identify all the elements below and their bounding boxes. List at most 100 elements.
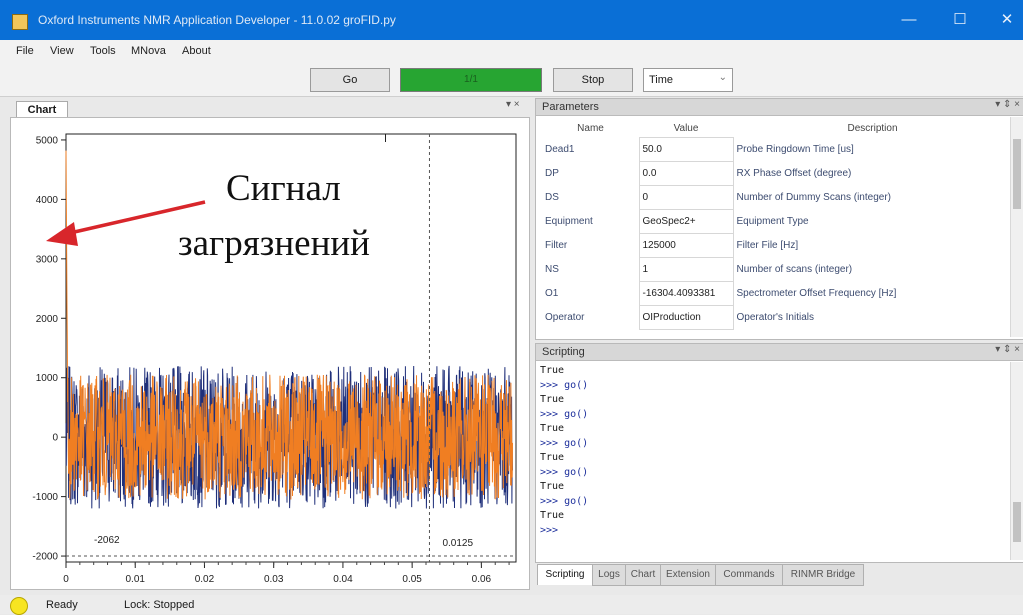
console-line: True: [540, 481, 565, 492]
menu-mnova[interactable]: MNova: [131, 45, 166, 57]
console-line: >>> go(): [540, 466, 589, 478]
x-tick-label: 0.01: [125, 574, 145, 585]
tab-chart[interactable]: Chart: [16, 101, 68, 118]
x-tick-label: 0: [63, 574, 69, 585]
y-tick-label: 2000: [36, 314, 59, 325]
console-line: >>> go(): [540, 437, 589, 449]
parameter-value[interactable]: 125000: [638, 233, 734, 258]
mode-select-value: Time: [649, 74, 674, 86]
script-console[interactable]: True >>> go() True >>> go() True >>> go() True…: [540, 364, 1000, 538]
parameter-row[interactable]: Dead1 50.0 Probe Ringdown Time [us]: [542, 137, 1012, 162]
y-tick-label: 1000: [36, 373, 59, 384]
toolbar: Go 1/1 Stop Time ⌄: [0, 62, 1023, 97]
y-tick-label: -1000: [32, 492, 58, 503]
tab-extension[interactable]: Extension: [660, 564, 716, 586]
scripting-scrollbar[interactable]: [1010, 362, 1023, 560]
menu-about[interactable]: About: [182, 45, 211, 57]
scripting-header: Scripting ▾ ⇕ ×: [536, 344, 1023, 361]
parameter-description: Probe Ringdown Time [us]: [736, 144, 854, 155]
console-line: True: [540, 510, 565, 521]
parameter-value[interactable]: OIProduction: [638, 305, 734, 330]
title-bar: Oxford Instruments NMR Application Devel…: [0, 0, 1023, 40]
parameter-name: NS: [545, 264, 559, 275]
scripting-scroll-thumb[interactable]: [1013, 502, 1021, 542]
parameter-name: Equipment: [545, 216, 593, 227]
y-tick-label: 5000: [36, 135, 59, 146]
parameter-name: DP: [545, 168, 559, 179]
tab-chart-bottom[interactable]: Chart: [625, 564, 661, 586]
parameter-name: O1: [545, 288, 559, 299]
menu-view[interactable]: View: [50, 45, 74, 57]
cursor-value-label: 0.0125: [442, 538, 473, 549]
parameter-name: Filter: [545, 240, 568, 251]
parameters-table: Name Value Description Dead1 50.0 Probe Ri…: [542, 119, 1012, 330]
progress-text: 1/1: [464, 74, 478, 85]
parameters-scrollbar[interactable]: [1010, 117, 1023, 337]
console-line: >>> go(): [540, 408, 589, 420]
parameter-description: RX Phase Offset (degree): [736, 168, 852, 179]
annotation-line-2: загрязнений: [178, 223, 370, 264]
parameter-row[interactable]: Filter 125000 Filter File [Hz]: [542, 233, 1012, 258]
x-tick-label: 0.04: [333, 574, 353, 585]
parameter-value[interactable]: GeoSpec2+: [638, 209, 734, 234]
console-line: >>>: [540, 524, 559, 536]
x-tick-label: 0.05: [402, 574, 422, 585]
minimize-button[interactable]: —: [896, 8, 922, 32]
parameter-name: Dead1: [545, 144, 575, 155]
parameter-description: Equipment Type: [736, 216, 809, 227]
console-line: >>> go(): [540, 495, 589, 507]
acquisition-progress: 1/1: [400, 68, 542, 92]
y-tick-label: -2000: [32, 552, 58, 563]
menu-file[interactable]: File: [16, 45, 34, 57]
stop-button[interactable]: Stop: [553, 68, 633, 92]
parameter-value[interactable]: 1: [638, 257, 734, 282]
y-tick-label: 4000: [36, 195, 59, 206]
window-title: Oxford Instruments NMR Application Devel…: [38, 13, 396, 27]
column-name: Name: [577, 122, 604, 134]
parameter-name: Operator: [545, 312, 585, 323]
parameter-row[interactable]: DP 0.0 RX Phase Offset (degree): [542, 161, 1012, 186]
annotation-line-1: Сигнал: [226, 168, 341, 209]
parameter-row[interactable]: Equipment GeoSpec2+ Equipment Type: [542, 209, 1012, 234]
console-line: True: [540, 365, 565, 376]
parameter-value[interactable]: 50.0: [638, 137, 734, 162]
x-tick-label: 0.03: [264, 574, 284, 585]
tab-rinmr-bridge[interactable]: RINMR Bridge: [782, 564, 864, 586]
parameter-row[interactable]: NS 1 Number of scans (integer): [542, 257, 1012, 282]
scripting-panel: Scripting ▾ ⇕ × True >>> go() True >>> go()…: [535, 343, 1023, 563]
parameters-header-row: Name Value Description: [542, 119, 1012, 138]
parameter-value[interactable]: -16304.4093381: [638, 281, 734, 306]
status-light-icon: [10, 597, 28, 615]
app-icon: [12, 14, 28, 30]
console-line: True: [540, 394, 565, 405]
min-value-label: -2062: [94, 535, 120, 546]
parameter-description: Operator's Initials: [736, 312, 815, 323]
parameter-value[interactable]: 0.0: [638, 161, 734, 186]
column-value: Value: [673, 122, 699, 134]
menu-bar: File View Tools MNova About: [0, 40, 1023, 62]
parameters-controls[interactable]: ▾ ⇕ ×: [995, 99, 1020, 110]
close-button[interactable]: ✕: [994, 8, 1020, 32]
parameters-header: Parameters ▾ ⇕ ×: [536, 99, 1023, 116]
tab-logs[interactable]: Logs: [592, 564, 626, 586]
parameters-panel: Parameters ▾ ⇕ × Name Value Description …: [535, 98, 1023, 340]
status-lock: Lock: Stopped: [124, 599, 195, 611]
maximize-button[interactable]: ☐: [947, 8, 973, 32]
parameter-value[interactable]: 0: [638, 185, 734, 210]
mode-select[interactable]: Time ⌄: [643, 68, 733, 92]
parameter-row[interactable]: O1 -16304.4093381 Spectrometer Offset Freq…: [542, 281, 1012, 306]
x-tick-label: 0.02: [195, 574, 215, 585]
chart-panel-controls[interactable]: ▾ ×: [506, 99, 520, 110]
status-ready: Ready: [46, 599, 78, 611]
parameters-scroll-thumb[interactable]: [1013, 139, 1021, 209]
go-button[interactable]: Go: [310, 68, 390, 92]
tab-scripting[interactable]: Scripting: [537, 564, 593, 585]
tab-commands[interactable]: Commands: [715, 564, 783, 586]
parameter-description: Number of scans (integer): [736, 264, 853, 275]
parameter-row[interactable]: Operator OIProduction Operator's Initials: [542, 305, 1012, 330]
scripting-controls[interactable]: ▾ ⇕ ×: [995, 344, 1020, 355]
menu-tools[interactable]: Tools: [90, 45, 116, 57]
y-tick-label: 3000: [36, 254, 59, 265]
parameter-row[interactable]: DS 0 Number of Dummy Scans (integer): [542, 185, 1012, 210]
parameter-description: Number of Dummy Scans (integer): [736, 192, 892, 203]
